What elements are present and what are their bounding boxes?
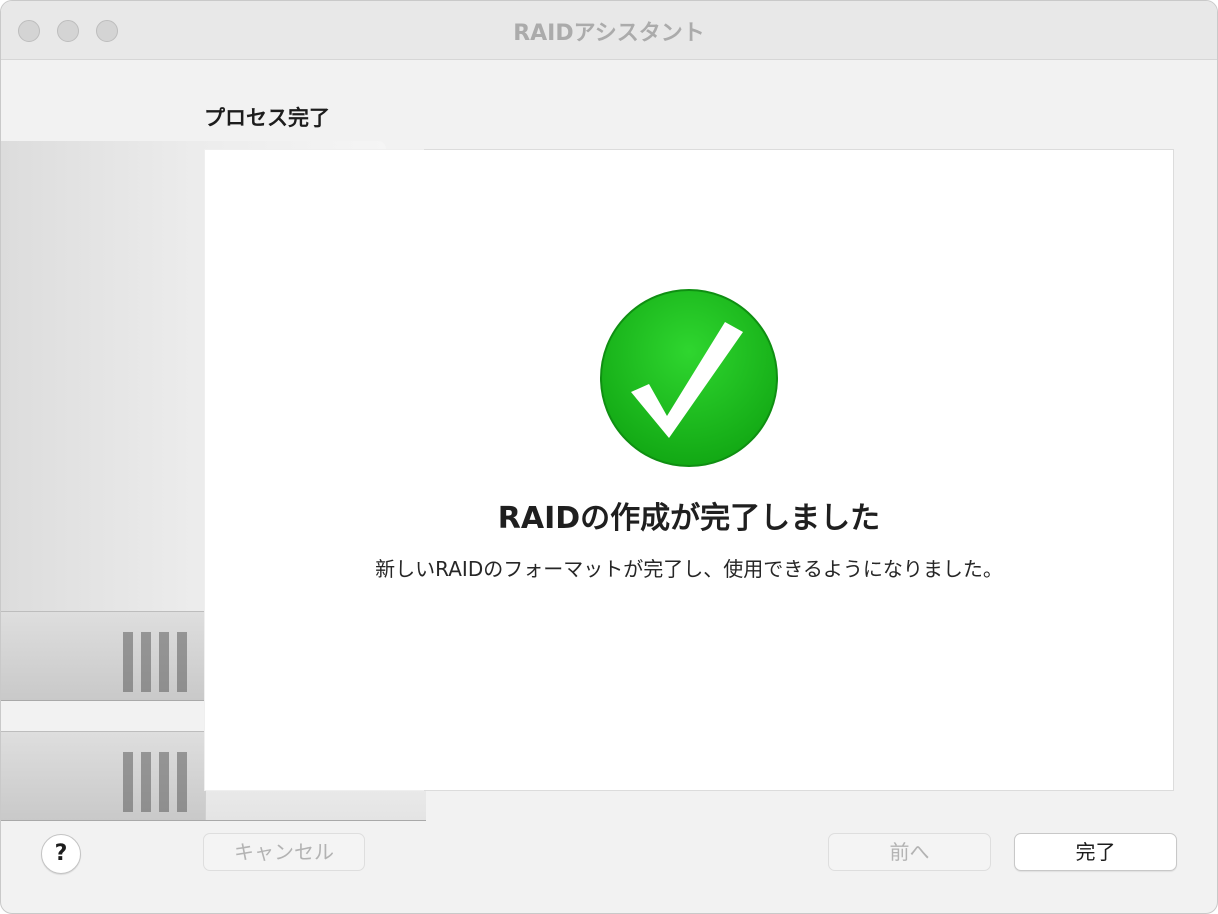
content-fade — [204, 149, 424, 791]
checkmark-circle-icon — [600, 289, 778, 467]
window-title: RAIDアシスタント — [513, 21, 705, 46]
completion-headline: RAIDの作成が完了しました — [497, 501, 881, 536]
section-label: プロセス完了 — [204, 106, 330, 130]
back-button[interactable]: 前へ — [828, 833, 991, 871]
raid-assistant-window: RAIDアシスタント プロセス完了 RAIDの作成が完了しました 新しいRAID… — [0, 0, 1218, 914]
cancel-button[interactable]: キャンセル — [203, 833, 365, 871]
completion-message: 新しいRAIDのフォーマットが完了し、使用できるようになりました。 — [375, 557, 1003, 581]
title-bar: RAIDアシスタント — [1, 1, 1217, 60]
help-button[interactable]: ? — [41, 834, 81, 874]
done-button[interactable]: 完了 — [1014, 833, 1177, 871]
